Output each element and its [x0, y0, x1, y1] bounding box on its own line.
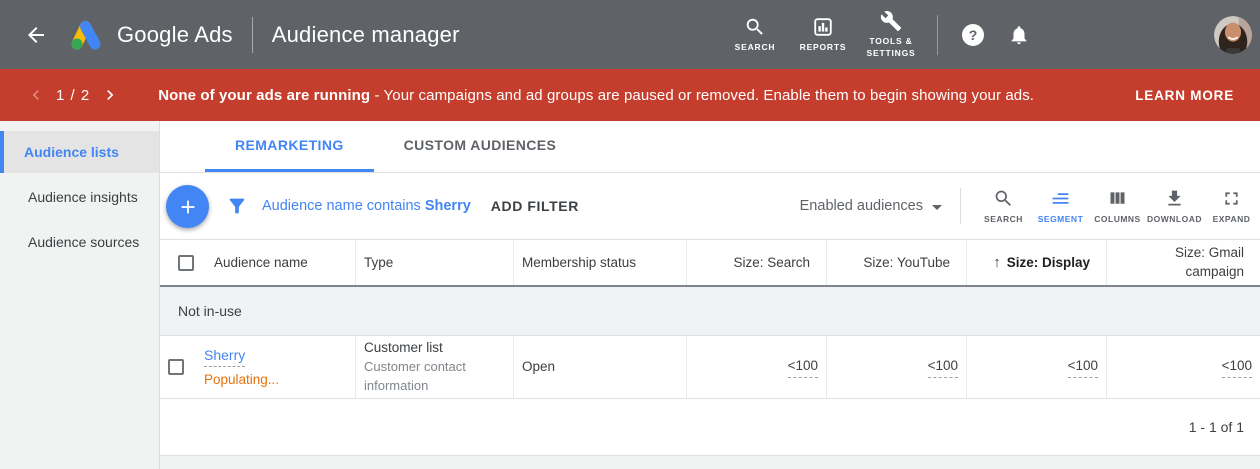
header-size-search[interactable]: Size: Search	[686, 240, 826, 285]
search-icon	[744, 16, 766, 38]
chevron-right-icon	[100, 85, 120, 105]
account-avatar[interactable]	[1214, 16, 1252, 54]
table-section-not-in-use: Not in-use	[160, 287, 1260, 336]
search-icon	[993, 188, 1014, 209]
cell-size-youtube: <100	[826, 336, 966, 398]
main-area: Audience lists Audience insights Audienc…	[0, 121, 1260, 469]
topbar-right: SEARCH REPORTS TOOLS & SETTINGS ?	[721, 10, 1260, 59]
cell-membership-status: Open	[513, 336, 686, 398]
chevron-down-icon	[932, 205, 942, 210]
banner-prev-button[interactable]	[24, 83, 48, 107]
add-audience-button[interactable]	[166, 185, 209, 228]
content-card: REMARKETING CUSTOM AUDIENCES Audience na…	[160, 121, 1260, 469]
view-filter-dropdown[interactable]: Enabled audiences	[800, 198, 942, 214]
segment-icon	[1050, 188, 1071, 209]
search-nav-button[interactable]: SEARCH	[723, 16, 787, 53]
wrench-icon	[880, 10, 902, 32]
cell-size-gmail: <100	[1106, 336, 1260, 398]
toolbar-divider	[960, 188, 961, 224]
help-icon: ?	[962, 24, 984, 46]
row-checkbox[interactable]	[168, 359, 184, 375]
table-search-button[interactable]: SEARCH	[975, 188, 1032, 224]
expand-icon	[1221, 188, 1242, 209]
sidebar: Audience lists Audience insights Audienc…	[0, 121, 160, 469]
filter-funnel-icon[interactable]	[226, 195, 248, 217]
tools-settings-nav-button[interactable]: TOOLS & SETTINGS	[859, 10, 923, 59]
columns-icon	[1107, 188, 1128, 209]
bell-icon	[1008, 24, 1030, 46]
page-background	[160, 455, 1260, 469]
back-button[interactable]	[16, 15, 56, 55]
header-size-gmail[interactable]: Size: Gmail campaign	[1106, 240, 1260, 285]
filter-toolbar: Audience name contains Sherry ADD FILTER…	[160, 173, 1260, 240]
sidebar-item-audience-sources[interactable]: Audience sources	[0, 221, 159, 263]
banner-message: None of your ads are running - Your camp…	[158, 87, 1034, 104]
table-row: Sherry Populating... Customer list Custo…	[160, 336, 1260, 399]
topbar-divider	[252, 17, 253, 53]
columns-button[interactable]: COLUMNS	[1089, 188, 1146, 224]
select-all-checkbox[interactable]	[178, 255, 194, 271]
pagination-label: 1 - 1 of 1	[1189, 419, 1244, 435]
segment-button[interactable]: SEGMENT	[1032, 188, 1089, 224]
top-app-bar: Google Ads Audience manager SEARCH REPOR…	[0, 0, 1260, 69]
cell-audience-name: Sherry Populating...	[160, 336, 355, 398]
download-icon	[1164, 188, 1185, 209]
active-filter-chip[interactable]: Audience name contains Sherry	[262, 198, 471, 214]
sidebar-item-audience-lists[interactable]: Audience lists	[0, 131, 159, 173]
expand-button[interactable]: EXPAND	[1203, 188, 1260, 224]
download-button[interactable]: DOWNLOAD	[1146, 188, 1203, 224]
banner-next-button[interactable]	[98, 83, 122, 107]
table-footer: 1 - 1 of 1	[160, 399, 1260, 455]
tab-remarketing[interactable]: REMARKETING	[205, 121, 374, 172]
arrow-back-icon	[24, 23, 48, 47]
header-audience-name[interactable]: Audience name	[160, 240, 355, 285]
cell-size-display: <100	[966, 336, 1106, 398]
reports-nav-button[interactable]: REPORTS	[791, 16, 855, 53]
header-size-display-sorted[interactable]: ↑ Size: Display	[966, 240, 1106, 285]
banner-pager: 1 / 2	[56, 87, 90, 104]
audience-name-link[interactable]: Sherry	[204, 345, 245, 367]
topbar-divider	[937, 15, 938, 55]
cell-size-search: <100	[686, 336, 826, 398]
help-button[interactable]: ?	[950, 12, 996, 58]
page-title: Audience manager	[272, 22, 460, 48]
chevron-left-icon	[26, 85, 46, 105]
header-size-youtube[interactable]: Size: YouTube	[826, 240, 966, 285]
alert-banner: 1 / 2 None of your ads are running - You…	[0, 69, 1260, 121]
cell-type: Customer list Customer contact informati…	[355, 336, 513, 398]
sidebar-item-audience-insights[interactable]: Audience insights	[0, 176, 159, 218]
learn-more-button[interactable]: LEARN MORE	[1125, 80, 1244, 111]
header-type[interactable]: Type	[355, 240, 513, 285]
product-name: Google Ads	[117, 22, 233, 48]
header-membership-status[interactable]: Membership status	[513, 240, 686, 285]
google-ads-logo-icon[interactable]	[66, 18, 104, 52]
plus-icon	[177, 196, 199, 218]
table-header-row: Audience name Type Membership status Siz…	[160, 240, 1260, 287]
google-ads-app: Google Ads Audience manager SEARCH REPOR…	[0, 0, 1260, 469]
audience-populating-status: Populating...	[204, 370, 279, 390]
notifications-button[interactable]	[996, 12, 1042, 58]
tab-bar: REMARKETING CUSTOM AUDIENCES	[160, 121, 1260, 173]
tab-custom-audiences[interactable]: CUSTOM AUDIENCES	[374, 121, 587, 172]
sort-ascending-icon: ↑	[993, 254, 1001, 271]
reports-icon	[812, 16, 834, 38]
add-filter-button[interactable]: ADD FILTER	[491, 198, 579, 214]
